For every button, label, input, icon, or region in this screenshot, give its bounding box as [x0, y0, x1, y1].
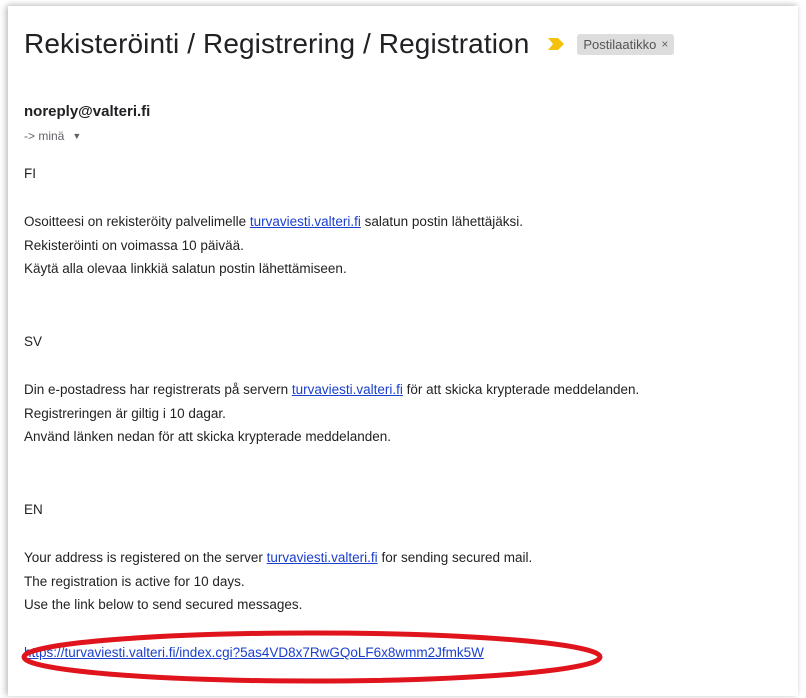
fi-line-1: Osoitteesi on rekisteröity palvelimelle … — [24, 214, 523, 229]
en-line-2: The registration is active for 10 days. — [24, 573, 245, 589]
sender-address[interactable]: noreply@valteri.fi — [24, 103, 150, 120]
recipient-row: -> minä ▼ — [24, 129, 81, 143]
important-marker-icon[interactable] — [547, 37, 565, 51]
remove-label-icon[interactable]: × — [661, 37, 668, 51]
email-subject: Rekisteröinti / Registrering / Registrat… — [24, 28, 530, 59]
server-link-sv[interactable]: turvaviesti.valteri.fi — [292, 382, 403, 397]
fi-line-2: Rekisteröinti on voimassa 10 päivää. — [24, 237, 244, 253]
subject-row: Rekisteröinti / Registrering / Registrat… — [24, 28, 675, 60]
sv-line-1: Din e-postadress har registrerats på ser… — [24, 382, 640, 397]
recipient-text: -> minä — [24, 129, 65, 143]
lang-heading-en: EN — [24, 502, 43, 517]
en-line-1: Your address is registered on the server… — [24, 550, 533, 565]
registration-url-link[interactable]: https://turvaviesti.valteri.fi/index.cgi… — [24, 645, 484, 660]
recipient-details-caret-icon[interactable]: ▼ — [72, 131, 81, 141]
paragraph-en: Your address is registered on the server… — [24, 546, 532, 617]
fi-line-3: Käytä alla olevaa linkkiä salatun postin… — [24, 261, 347, 276]
lang-heading-fi: FI — [24, 166, 36, 181]
paragraph-fi: Osoitteesi on rekisteröity palvelimelle … — [24, 210, 523, 281]
paragraph-sv: Din e-postadress har registrerats på ser… — [24, 378, 639, 449]
sv-line-2: Registreringen är giltig i 10 dagar. — [24, 405, 226, 421]
label-chip-inbox[interactable]: Postilaatikko × — [577, 33, 675, 55]
server-link-fi[interactable]: turvaviesti.valteri.fi — [250, 214, 361, 229]
en-line-3: Use the link below to send secured messa… — [24, 597, 303, 612]
label-chip-text: Postilaatikko — [583, 36, 657, 52]
sv-line-3: Använd länken nedan för att skicka krypt… — [24, 429, 391, 444]
server-link-en[interactable]: turvaviesti.valteri.fi — [267, 550, 378, 565]
lang-heading-sv: SV — [24, 334, 43, 349]
